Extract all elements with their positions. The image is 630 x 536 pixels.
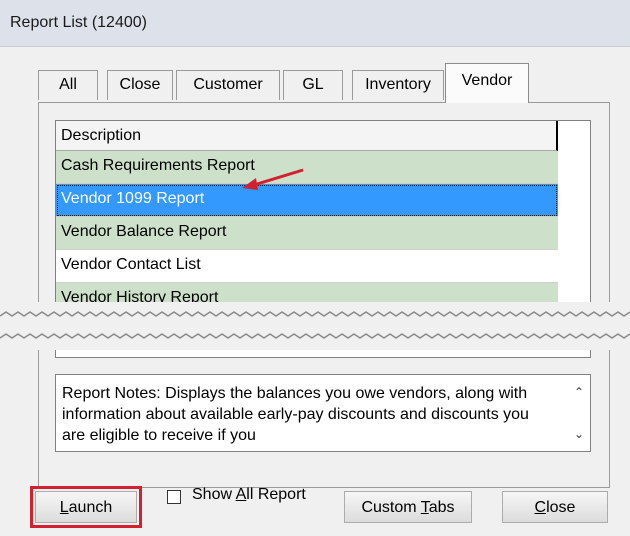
close-label-post: lose: [546, 499, 576, 516]
launch-button[interactable]: Launch: [35, 491, 137, 523]
red-arrow-icon: [242, 168, 304, 190]
tab-gl[interactable]: GL: [283, 70, 343, 100]
tab-vendor[interactable]: Vendor: [445, 63, 529, 103]
show-all-label-post: ll Report: [246, 486, 306, 503]
custom-tabs-button[interactable]: Custom Tabs: [344, 491, 472, 523]
column-header-description[interactable]: Description: [56, 121, 558, 151]
close-button[interactable]: Close: [502, 491, 608, 523]
tab-customer[interactable]: Customer: [176, 70, 280, 100]
report-row-vendor-1099[interactable]: Vendor 1099 Report: [56, 184, 558, 217]
report-row-vendor-contact-list[interactable]: Vendor Contact List: [56, 250, 558, 283]
report-row-cash-requirements[interactable]: Cash Requirements Report: [56, 151, 558, 184]
custom-tabs-mnemonic: T: [420, 499, 429, 516]
tab-strip: All Close Customer GL Inventory Vendor: [0, 63, 630, 103]
report-notes[interactable]: Report Notes: Displays the balances you …: [55, 374, 591, 452]
chevron-down-icon[interactable]: ⌄: [572, 427, 586, 441]
chevron-up-icon[interactable]: ⌃: [572, 385, 586, 399]
tab-close[interactable]: Close: [107, 70, 173, 100]
window-title: Report List (12400): [10, 14, 147, 31]
show-all-report-label[interactable]: Show All Report: [192, 486, 306, 504]
show-all-report-checkbox[interactable]: [167, 490, 181, 504]
notes-scrollbar[interactable]: ⌃ ⌄: [568, 375, 590, 451]
custom-tabs-label-post: abs: [428, 499, 455, 516]
launch-label-post: aunch: [68, 499, 113, 516]
close-mnemonic: C: [534, 499, 547, 516]
torn-edge-divider: [0, 302, 630, 350]
show-all-mnemonic: A: [235, 486, 247, 503]
title-bar: Report List (12400): [0, 0, 630, 47]
tab-all[interactable]: All: [38, 70, 98, 100]
show-all-label-pre: Show: [192, 486, 236, 503]
custom-tabs-label-pre: Custom: [361, 499, 421, 516]
tab-inventory[interactable]: Inventory: [352, 70, 444, 100]
launch-mnemonic: L: [59, 499, 69, 516]
report-row-vendor-balance[interactable]: Vendor Balance Report: [56, 217, 558, 250]
report-list[interactable]: Description Cash Requirements Report Ven…: [55, 120, 591, 332]
report-notes-text: Report Notes: Displays the balances you …: [62, 385, 529, 444]
